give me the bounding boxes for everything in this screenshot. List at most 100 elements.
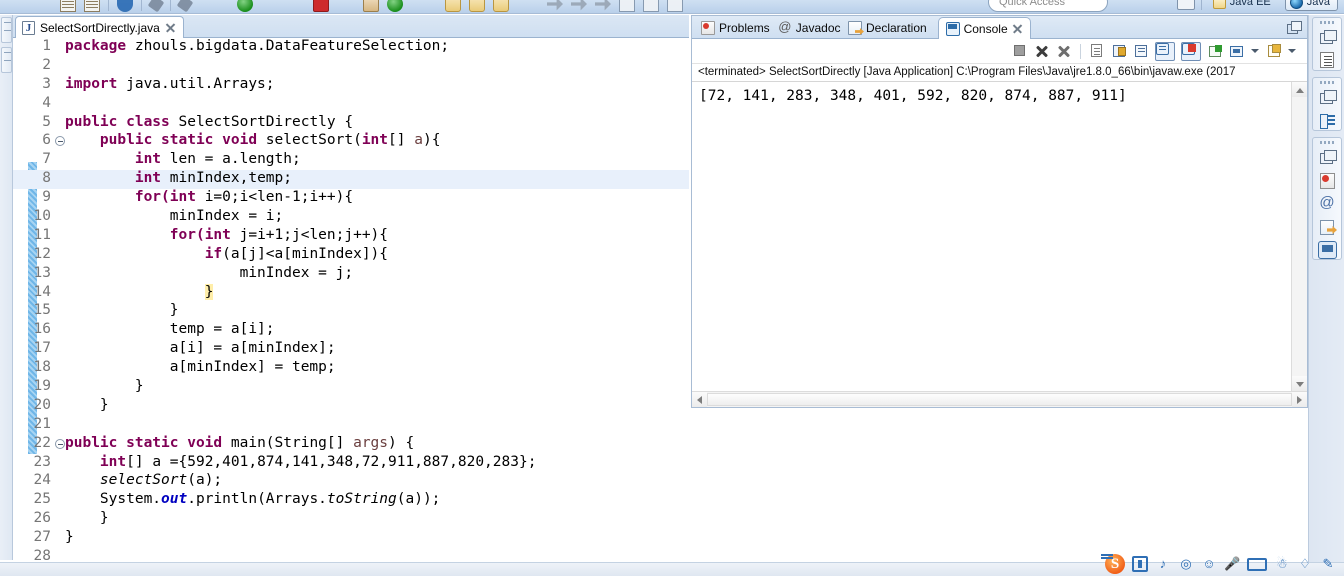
view-icon[interactable] xyxy=(4,30,11,31)
open-folder-icon[interactable] xyxy=(469,0,485,12)
minimize-view-icon[interactable] xyxy=(1287,21,1300,33)
show-console-on-output-icon[interactable] xyxy=(1155,42,1175,61)
code-line[interactable]: 12 if(a[j]<a[minIndex]){ xyxy=(13,246,689,265)
code-line[interactable]: 10 minIndex = i; xyxy=(13,208,689,227)
soft-keyboard-icon[interactable] xyxy=(1247,558,1267,571)
code-line[interactable]: 2 xyxy=(13,57,689,76)
editor-tab-selectsortdirectly[interactable]: SelectSortDirectly.java xyxy=(15,16,184,38)
sogou-logo-icon[interactable] xyxy=(1105,554,1125,574)
package-icon[interactable] xyxy=(363,0,379,12)
code-line[interactable]: 16 temp = a[i]; xyxy=(13,321,689,340)
remove-all-launches-icon[interactable] xyxy=(1056,43,1072,59)
scroll-right-icon[interactable] xyxy=(1292,392,1307,407)
outline-view-icon[interactable] xyxy=(1320,52,1334,68)
run-icon[interactable] xyxy=(237,0,253,12)
console-vertical-scrollbar[interactable] xyxy=(1291,82,1307,391)
code-editor[interactable]: 1package zhouls.bigdata.DataFeatureSelec… xyxy=(13,38,689,563)
display-selected-console-icon[interactable] xyxy=(1229,43,1245,59)
tab-problems[interactable]: Problems xyxy=(694,17,777,39)
quick-access-input[interactable]: Quick Access xyxy=(988,0,1108,12)
word-wrap-icon[interactable] xyxy=(1133,43,1149,59)
export-icon[interactable] xyxy=(117,0,133,12)
problems-view-icon[interactable] xyxy=(1320,173,1335,189)
terminate-icon[interactable] xyxy=(313,0,329,12)
code-line[interactable]: 26 } xyxy=(13,510,689,529)
open-console-dropdown-icon[interactable] xyxy=(1288,43,1297,59)
stack-grip[interactable] xyxy=(1320,81,1334,84)
restore-view-icon[interactable] xyxy=(1318,88,1337,107)
open-perspective-icon[interactable] xyxy=(1177,0,1195,10)
open-folder-icon[interactable] xyxy=(445,0,461,12)
console-output[interactable]: [72, 141, 283, 348, 401, 592, 820, 874, … xyxy=(692,82,1291,391)
code-line[interactable]: 24 selectSort(a); xyxy=(13,472,689,491)
remove-launch-icon[interactable] xyxy=(1034,43,1050,59)
tab-console[interactable]: Console xyxy=(938,17,1031,39)
new-console-view-icon[interactable] xyxy=(1207,43,1223,59)
stack-grip[interactable] xyxy=(1320,21,1334,24)
clear-console-icon[interactable] xyxy=(1089,43,1105,59)
code-line[interactable]: 8 int minIndex,temp; xyxy=(13,170,689,189)
code-line[interactable]: 21 xyxy=(13,416,689,435)
code-line[interactable]: 20 } xyxy=(13,397,689,416)
skin-icon[interactable]: ◎ xyxy=(1178,556,1194,572)
code-line[interactable]: 5public class SelectSortDirectly { xyxy=(13,114,689,133)
restore-view-icon[interactable] xyxy=(1318,28,1337,46)
console-view-icon[interactable] xyxy=(1318,241,1337,259)
code-line[interactable]: 4 xyxy=(13,95,689,114)
open-console-icon[interactable] xyxy=(1266,43,1282,59)
code-line[interactable]: 18 a[minIndex] = temp; xyxy=(13,359,689,378)
search-icon[interactable] xyxy=(177,0,194,12)
minimized-view-stack[interactable] xyxy=(1312,17,1342,71)
scroll-left-icon[interactable] xyxy=(692,392,707,407)
forward-history-icon[interactable] xyxy=(595,0,611,12)
code-line[interactable]: 14 } xyxy=(13,284,689,303)
code-line[interactable]: 11 for(int j=i+1;j<len;j++){ xyxy=(13,227,689,246)
save-icon[interactable] xyxy=(84,0,100,12)
minimized-view-stack[interactable] xyxy=(1312,137,1342,260)
code-line[interactable]: 22public static void main(String[] args)… xyxy=(13,435,689,454)
restore-view-icon[interactable] xyxy=(4,22,11,23)
code-line[interactable]: 7 int len = a.length; xyxy=(13,151,689,170)
minimized-view-stack[interactable] xyxy=(1312,77,1342,131)
back-icon[interactable] xyxy=(547,0,563,12)
view-icon[interactable] xyxy=(667,0,683,12)
scroll-up-icon[interactable] xyxy=(1292,82,1307,97)
code-line[interactable]: 28 xyxy=(13,548,689,563)
open-type-icon[interactable] xyxy=(493,0,509,12)
view-icon[interactable] xyxy=(619,0,635,12)
code-line[interactable]: 25 System.out.println(Arrays.toString(a)… xyxy=(13,491,689,510)
javadoc-view-icon[interactable] xyxy=(1318,195,1337,214)
pen-icon[interactable]: ✎ xyxy=(1320,556,1336,572)
code-line[interactable]: 9 for(int i=0;i<len-1;i++){ xyxy=(13,189,689,208)
tab-declaration[interactable]: Declaration xyxy=(841,17,934,39)
code-line[interactable]: 19 } xyxy=(13,378,689,397)
package-explorer-icon[interactable] xyxy=(1318,111,1337,130)
scroll-down-icon[interactable] xyxy=(1292,376,1307,391)
close-icon[interactable] xyxy=(1012,23,1023,34)
terminate-icon[interactable] xyxy=(1012,43,1028,59)
restore-view-icon[interactable] xyxy=(4,52,11,53)
shirt-icon[interactable]: ♢ xyxy=(1297,556,1313,572)
code-line[interactable]: 23 int[] a ={592,401,874,141,348,72,911,… xyxy=(13,454,689,473)
scroll-thumb[interactable] xyxy=(707,393,1292,406)
code-line[interactable]: 6 public static void selectSort(int[] a)… xyxy=(13,132,689,151)
console-horizontal-scrollbar[interactable] xyxy=(692,391,1307,407)
tab-javadoc[interactable]: Javadoc xyxy=(771,17,848,39)
forward-icon[interactable] xyxy=(571,0,587,12)
debug-icon[interactable] xyxy=(387,0,403,12)
perspective-button-java[interactable]: Java xyxy=(1285,0,1338,11)
new-wizard-icon[interactable] xyxy=(60,0,76,12)
perspective-button-java-ee[interactable]: Java EE xyxy=(1208,0,1279,11)
code-line[interactable]: 1package zhouls.bigdata.DataFeatureSelec… xyxy=(13,38,689,57)
view-icon[interactable] xyxy=(4,60,11,61)
build-icon[interactable] xyxy=(148,0,165,12)
emoji-icon[interactable]: ☺ xyxy=(1201,556,1217,572)
close-icon[interactable] xyxy=(165,22,176,33)
fold-collapse-icon[interactable] xyxy=(55,439,65,449)
code-line[interactable]: 3import java.util.Arrays; xyxy=(13,76,689,95)
show-console-on-error-icon[interactable] xyxy=(1181,42,1201,61)
declaration-view-icon[interactable] xyxy=(1320,220,1334,235)
minimized-view-stack[interactable] xyxy=(1,17,12,43)
display-dropdown-icon[interactable] xyxy=(1251,43,1260,59)
fold-collapse-icon[interactable] xyxy=(55,136,65,146)
